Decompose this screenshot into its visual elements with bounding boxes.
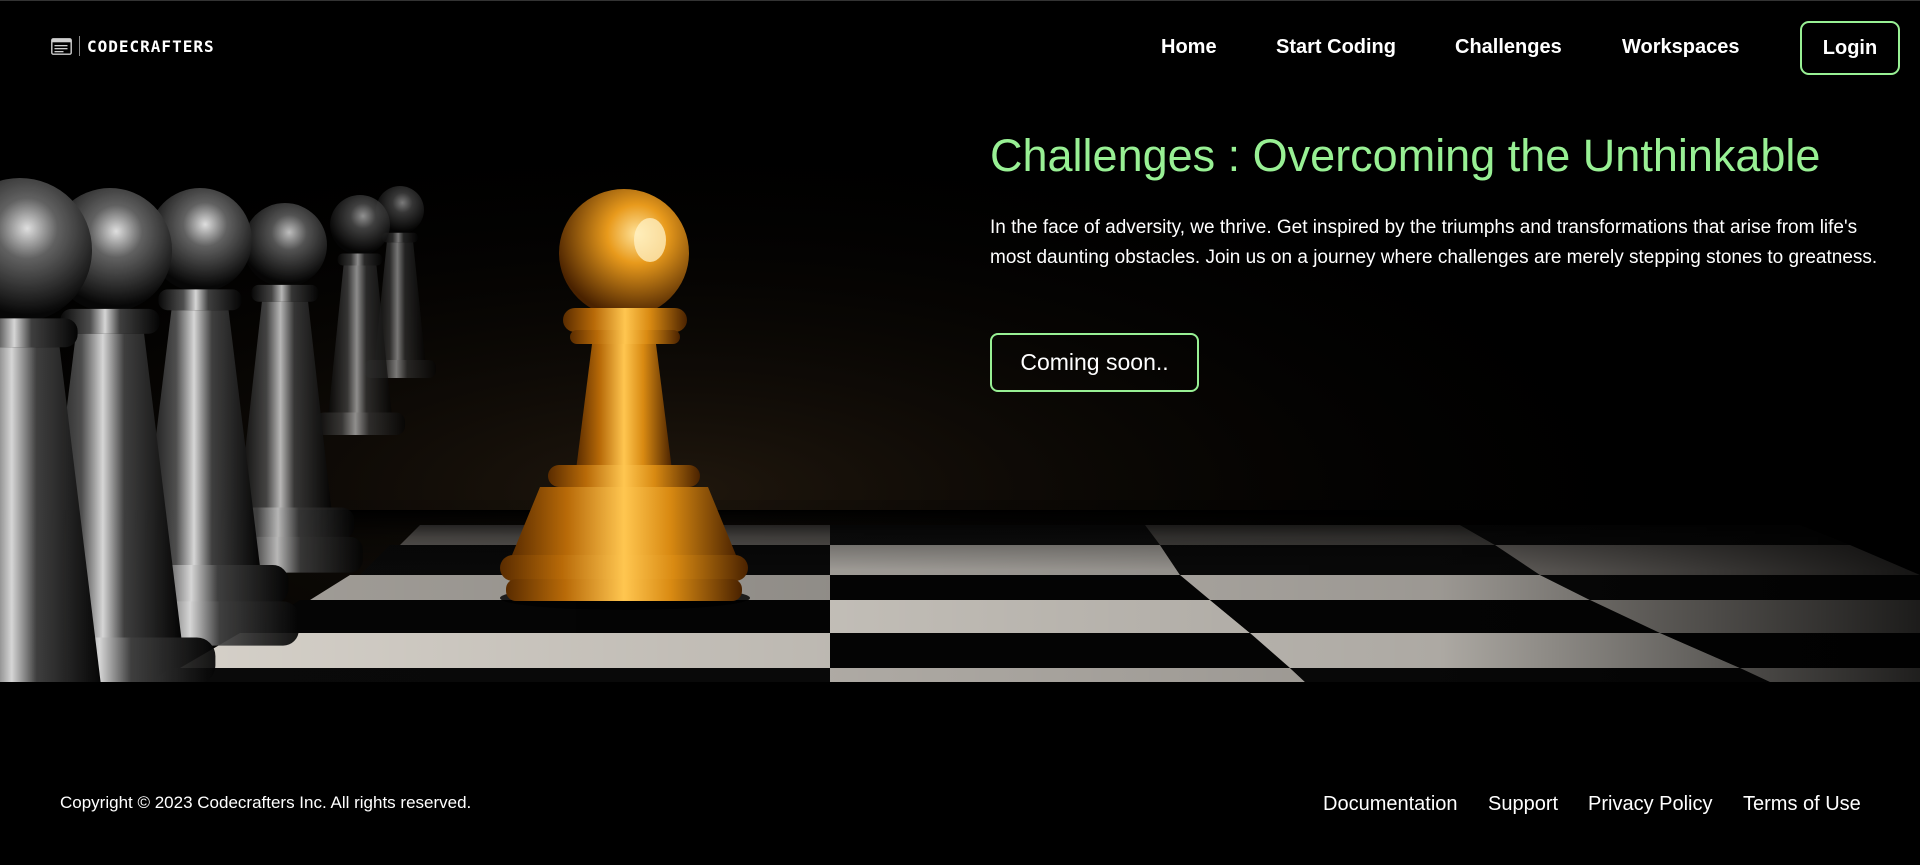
hero-image [0,0,1920,682]
footer-link-documentation[interactable]: Documentation [1323,793,1458,816]
nav-start-coding[interactable]: Start Coding [1276,36,1396,59]
copyright-text: Copyright © 2023 Codecrafters Inc. All r… [60,793,472,812]
logo-divider [79,36,80,56]
nav-workspaces[interactable]: Workspaces [1622,36,1739,59]
nav-challenges[interactable]: Challenges [1455,36,1562,59]
terminal-window-icon [51,37,72,55]
login-button[interactable]: Login [1800,21,1900,75]
brand-name: CODECRAFTERS [87,36,215,56]
footer-link-support[interactable]: Support [1488,793,1558,816]
footer-link-privacy-policy[interactable]: Privacy Policy [1588,793,1712,816]
site-header: CODECRAFTERS Home Start Coding Challenge… [0,0,1920,96]
coming-soon-button[interactable]: Coming soon.. [990,333,1199,392]
nav-home[interactable]: Home [1161,36,1217,59]
hero-description: In the face of adversity, we thrive. Get… [990,217,1878,268]
brand-logo[interactable]: CODECRAFTERS [51,36,215,56]
hero-title: Challenges : Overcoming the Unthinkable [990,130,1821,181]
footer-link-terms-of-use[interactable]: Terms of Use [1743,793,1861,816]
page: CODECRAFTERS Home Start Coding Challenge… [0,0,1920,865]
